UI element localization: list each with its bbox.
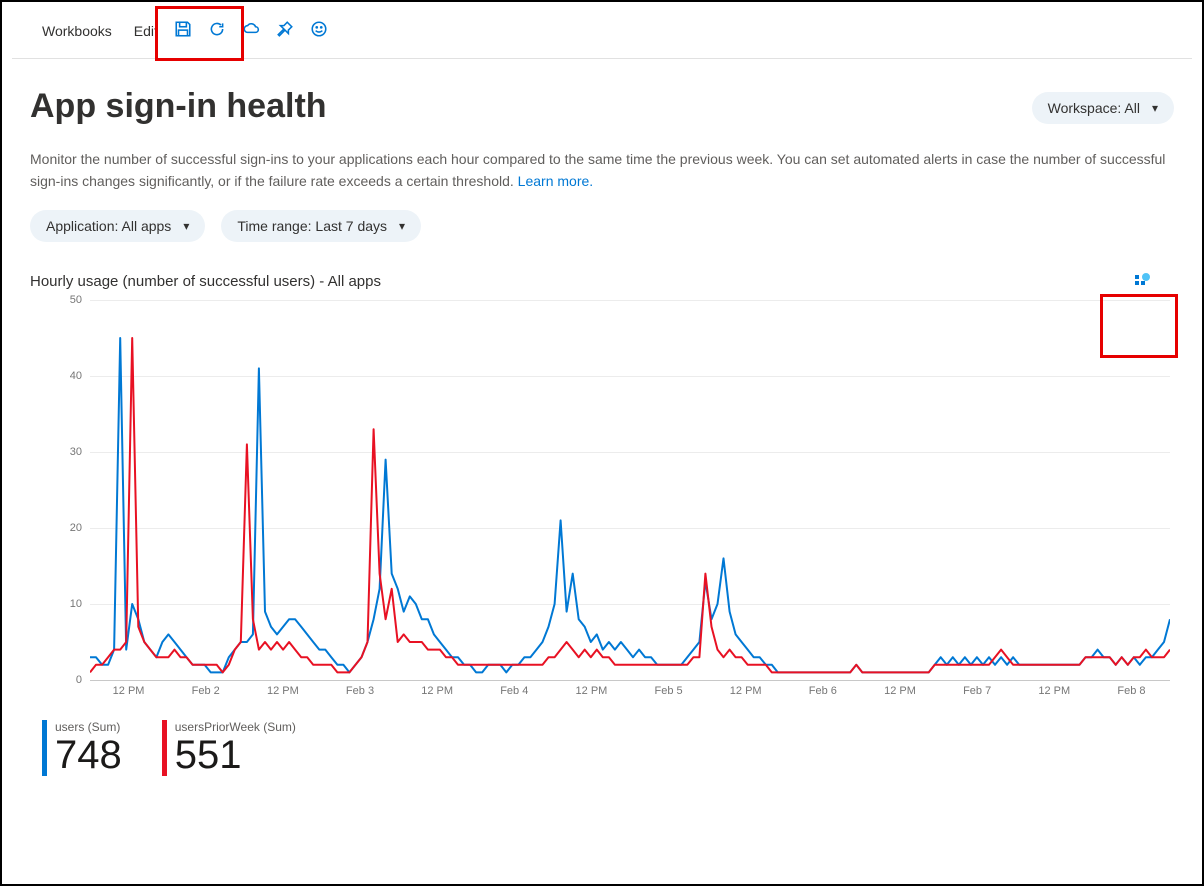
x-tick: 12 PM [576,685,608,697]
metric-prior-value: 551 [175,734,296,776]
page-title: App sign-in health [30,87,327,126]
chart-title: Hourly usage (number of successful users… [30,273,381,296]
workspace-filter-pill[interactable]: Workspace: All ▾ [1032,92,1174,124]
x-tick: Feb 4 [500,685,528,697]
metric-users-value: 748 [55,734,122,776]
chart-y-axis: 01020304050 [30,300,90,680]
x-tick: Feb 8 [1117,685,1145,697]
save-button[interactable] [168,16,198,46]
alert-button[interactable] [236,16,266,46]
metric-prior-label: usersPriorWeek (Sum) [175,720,296,734]
x-tick: Feb 6 [809,685,837,697]
chart-plot-area [90,300,1170,680]
y-tick: 20 [70,522,82,534]
x-tick: Feb 7 [963,685,991,697]
metric-users: users (Sum) 748 [42,720,122,776]
feedback-button[interactable] [304,16,334,46]
metric-users-label: users (Sum) [55,720,122,734]
time-range-filter-pill[interactable]: Time range: Last 7 days ▾ [221,210,421,242]
x-tick: 12 PM [421,685,453,697]
chevron-down-icon: ▾ [399,219,405,233]
x-tick: Feb 3 [346,685,374,697]
application-filter-label: Application: All apps [46,218,171,234]
edit-button[interactable]: Edit [122,18,164,44]
refresh-button[interactable] [202,16,232,46]
metric-users-color [42,720,47,776]
description-body: Monitor the number of successful sign-in… [30,151,1165,189]
metric-prior-week: usersPriorWeek (Sum) 551 [162,720,296,776]
chevron-down-icon: ▾ [183,219,189,233]
y-tick: 40 [70,370,82,382]
save-icon [174,20,192,43]
toolbar: Workbooks Edit [2,2,1202,58]
x-tick: 12 PM [730,685,762,697]
application-filter-pill[interactable]: Application: All apps ▾ [30,210,205,242]
pin-icon [276,20,294,43]
x-tick: Feb 5 [654,685,682,697]
line-chart[interactable]: 01020304050 12 PMFeb 212 PMFeb 312 PMFeb… [30,300,1170,680]
chevron-down-icon: ▾ [1152,101,1158,115]
y-tick: 10 [70,598,82,610]
x-tick: Feb 2 [192,685,220,697]
y-tick: 0 [76,674,82,686]
x-tick: 12 PM [113,685,145,697]
workbooks-button[interactable]: Workbooks [28,18,118,44]
x-tick: 12 PM [1038,685,1070,697]
series-userspriorweek-(sum) [90,338,1170,672]
cloud-icon [242,20,260,43]
refresh-icon [208,20,226,43]
pin-button[interactable] [270,16,300,46]
learn-more-link[interactable]: Learn more. [518,173,593,189]
x-tick: 12 PM [884,685,916,697]
logs-icon [1133,273,1151,296]
edit-button-label: Edit [134,23,158,39]
workbooks-button-label: Workbooks [42,23,112,39]
metric-prior-color [162,720,167,776]
y-tick: 30 [70,446,82,458]
series-users-(sum) [90,338,1170,672]
y-tick: 50 [70,294,82,306]
chart-metrics: users (Sum) 748 usersPriorWeek (Sum) 551 [42,720,1174,776]
smile-icon [310,20,328,43]
time-range-filter-label: Time range: Last 7 days [237,218,387,234]
workspace-filter-label: Workspace: All [1048,100,1140,116]
open-logs-button[interactable] [1128,270,1156,298]
description-text: Monitor the number of successful sign-in… [30,148,1170,192]
x-tick: 12 PM [267,685,299,697]
